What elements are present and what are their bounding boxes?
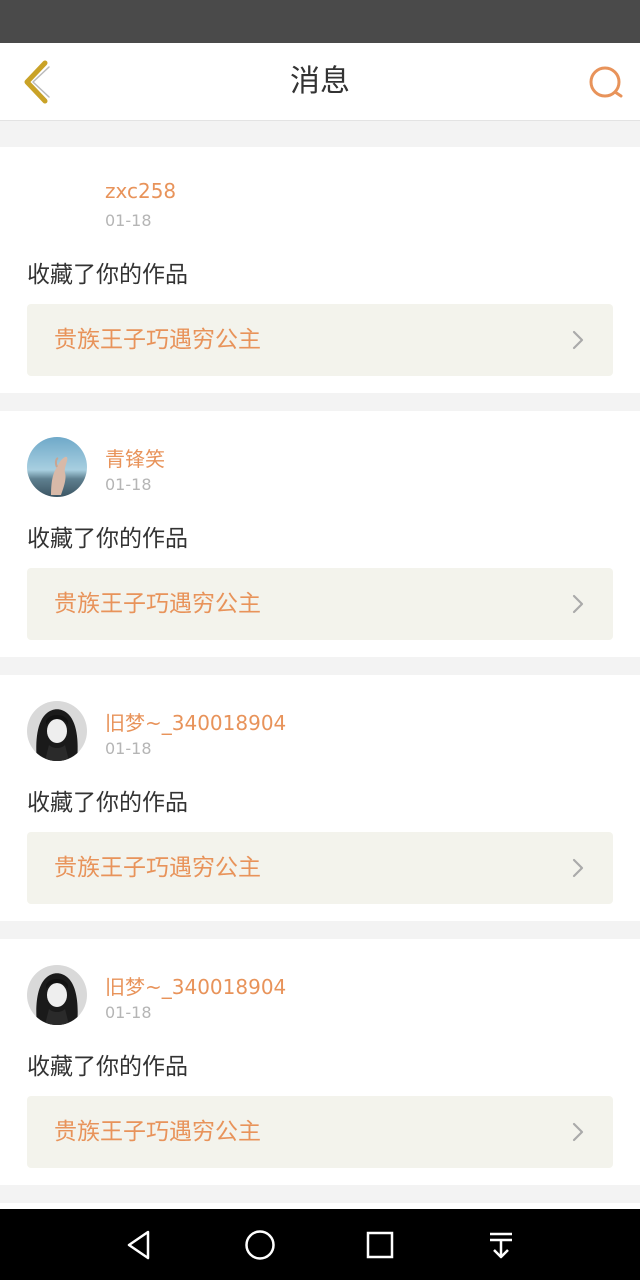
avatar[interactable] — [27, 173, 87, 233]
nav-notifications-button[interactable] — [477, 1221, 525, 1269]
action-text: 收藏了你的作品 — [27, 790, 188, 816]
dark-hair-girl-photo — [27, 965, 87, 1025]
back-button[interactable] — [14, 55, 58, 109]
message-card: 旧梦~_340018904 01-18 收藏了你的作品 贵族王子巧遇穷公主 — [0, 939, 640, 1185]
pull-down-icon — [490, 1232, 512, 1259]
work-title: 贵族王子巧遇穷公主 — [54, 591, 261, 617]
work-title: 贵族王子巧遇穷公主 — [54, 1119, 261, 1145]
work-link[interactable]: 贵族王子巧遇穷公主 — [27, 568, 613, 640]
work-title: 贵族王子巧遇穷公主 — [54, 327, 261, 353]
message-date: 01-18 — [105, 739, 152, 758]
search-button[interactable] — [584, 61, 628, 105]
triangle-back-icon — [127, 1230, 150, 1260]
system-nav-bar — [0, 1209, 640, 1280]
message-card: 青锋笑 01-18 收藏了你的作品 贵族王子巧遇穷公主 — [0, 411, 640, 657]
page-title: 消息 — [290, 64, 350, 99]
message-date: 01-18 — [105, 211, 152, 230]
message-card: zxc258 01-18 收藏了你的作品 贵族王子巧遇穷公主 — [0, 147, 640, 393]
header: 消息 — [0, 43, 640, 121]
nav-back-button[interactable] — [115, 1221, 163, 1269]
username[interactable]: 旧梦~_340018904 — [105, 707, 286, 736]
message-card: 旧梦~_340018904 01-18 收藏了你的作品 贵族王子巧遇穷公主 — [0, 675, 640, 921]
circle-home-icon — [245, 1230, 275, 1260]
chevron-right-icon — [572, 1122, 584, 1142]
hand-sky-photo — [27, 437, 87, 497]
avatar[interactable] — [27, 965, 87, 1025]
status-bar — [0, 0, 640, 43]
message-list[interactable]: zxc258 01-18 收藏了你的作品 贵族王子巧遇穷公主 青锋笑 01-18… — [0, 121, 640, 1209]
username[interactable]: 青锋笑 — [105, 443, 165, 472]
work-title: 贵族王子巧遇穷公主 — [54, 855, 261, 881]
work-link[interactable]: 贵族王子巧遇穷公主 — [27, 304, 613, 376]
nav-home-button[interactable] — [236, 1221, 284, 1269]
chevron-right-icon — [572, 858, 584, 878]
nav-recents-button[interactable] — [356, 1221, 404, 1269]
square-recents-icon — [366, 1231, 394, 1259]
action-text: 收藏了你的作品 — [27, 262, 188, 288]
action-text: 收藏了你的作品 — [27, 1054, 188, 1080]
message-date: 01-18 — [105, 1003, 152, 1022]
avatar[interactable] — [27, 437, 87, 497]
username[interactable]: zxc258 — [105, 179, 176, 203]
chevron-right-icon — [572, 594, 584, 614]
action-text: 收藏了你的作品 — [27, 526, 188, 552]
username[interactable]: 旧梦~_340018904 — [105, 971, 286, 1000]
dark-hair-girl-photo — [27, 701, 87, 761]
message-date: 01-18 — [105, 475, 152, 494]
work-link[interactable]: 贵族王子巧遇穷公主 — [27, 832, 613, 904]
chevron-right-icon — [572, 330, 584, 350]
work-link[interactable]: 贵族王子巧遇穷公主 — [27, 1096, 613, 1168]
search-icon — [589, 66, 623, 98]
chevron-left-icon — [24, 60, 50, 104]
avatar[interactable] — [27, 701, 87, 761]
